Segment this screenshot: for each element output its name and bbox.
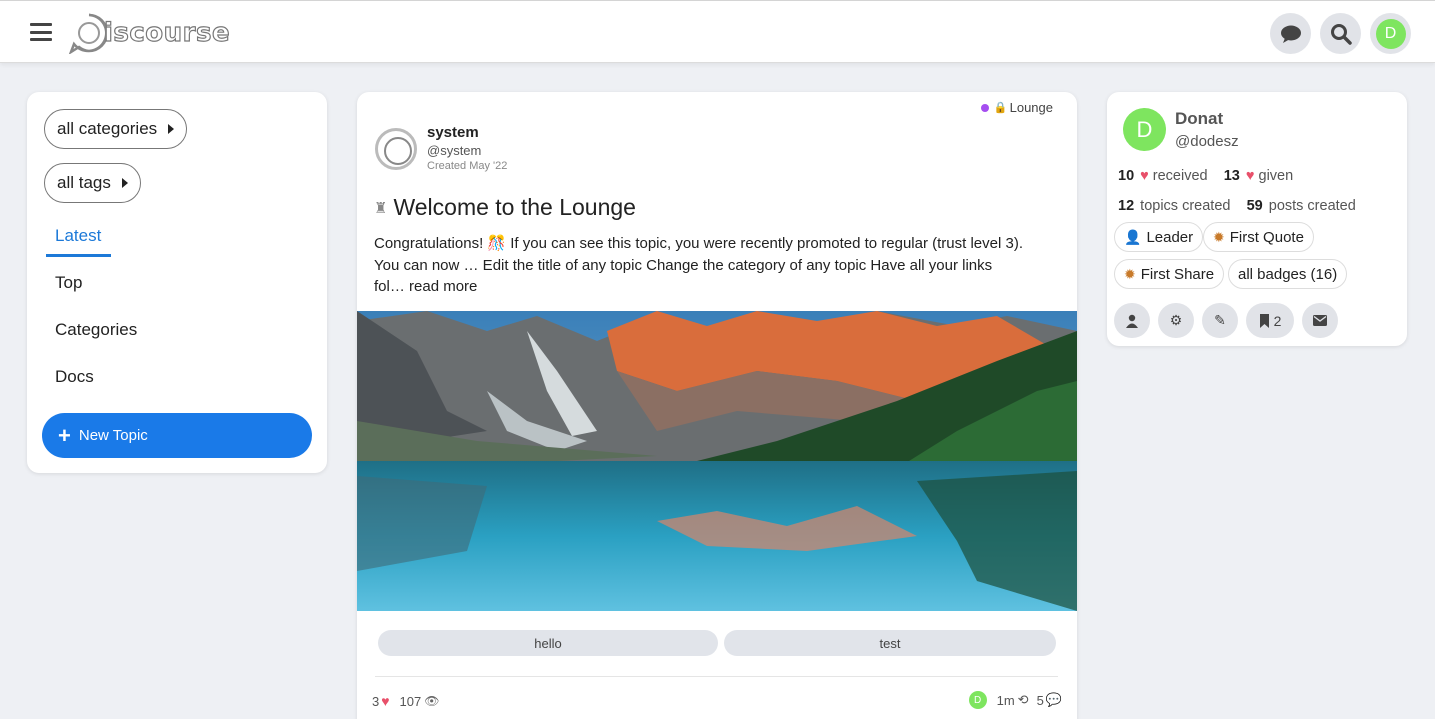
- author-handle: @system: [427, 143, 482, 158]
- author-avatar[interactable]: [375, 128, 417, 170]
- topic-title-text: Welcome to the Lounge: [393, 194, 636, 220]
- read-more-link[interactable]: read more: [409, 278, 477, 295]
- topics-created-label: topics created: [1140, 198, 1231, 214]
- new-topic-label: New Topic: [78, 427, 148, 444]
- mountain-lake-image: [357, 311, 1077, 611]
- history-icon: ⟲: [1017, 692, 1029, 707]
- pin-icon: ♜: [374, 199, 388, 217]
- user-avatar: D: [1375, 18, 1406, 49]
- menu-icon[interactable]: [30, 23, 52, 41]
- last-poster-avatar[interactable]: D: [968, 691, 987, 709]
- certificate-icon: ✹: [1213, 228, 1225, 245]
- posts-created-label: posts created: [1268, 198, 1356, 214]
- topic-image[interactable]: [357, 311, 1077, 611]
- chat-icon: [1280, 25, 1301, 43]
- all-badges-label: all badges (16): [1238, 265, 1338, 283]
- site-logo[interactable]: iscourse: [68, 13, 231, 54]
- heart-icon[interactable]: ♥: [381, 693, 389, 709]
- search-icon: [1330, 23, 1352, 45]
- envelope-icon: [1313, 315, 1327, 326]
- topic-card: 🔒 Lounge system @system Created May '22 …: [357, 92, 1077, 719]
- likes-given-label: given: [1258, 168, 1294, 184]
- comment-icon: 💬: [1045, 692, 1062, 707]
- topic-excerpt: Congratulations! 🎊 If you can see this t…: [374, 233, 1024, 298]
- footer-divider: [375, 676, 1058, 677]
- replies-count[interactable]: 5: [1037, 693, 1044, 708]
- badge-first-share[interactable]: ✹ First Share: [1114, 259, 1225, 289]
- category-badge[interactable]: 🔒 Lounge: [980, 100, 1053, 115]
- caret-right-icon: [168, 124, 175, 134]
- certificate-icon: ✹: [1124, 265, 1136, 282]
- all-categories-label: all categories: [57, 119, 158, 138]
- nav-latest[interactable]: Latest: [55, 226, 101, 246]
- drafts-button[interactable]: ✎: [1202, 303, 1238, 338]
- topic-title[interactable]: ♜ Welcome to the Lounge: [374, 194, 636, 221]
- eye-icon: 👁: [424, 694, 440, 708]
- current-user-button[interactable]: D: [1370, 13, 1411, 54]
- active-nav-indicator: [46, 254, 111, 257]
- tag-hello[interactable]: hello: [378, 630, 718, 656]
- likes-given-count: 13: [1223, 168, 1240, 184]
- user-icon: [1126, 314, 1138, 328]
- badge-first-share-label: First Share: [1140, 265, 1215, 283]
- bookmarks-button[interactable]: 2: [1246, 303, 1294, 338]
- category-color-dot: [980, 103, 989, 112]
- all-tags-label: all tags: [57, 173, 111, 192]
- all-tags-dropdown[interactable]: all tags: [44, 163, 141, 203]
- likes-received-label: received: [1152, 168, 1208, 184]
- nav-top[interactable]: Top: [55, 273, 82, 293]
- profile-button[interactable]: [1114, 303, 1150, 338]
- user-card-name[interactable]: Donat: [1175, 109, 1223, 129]
- plus-icon: +: [58, 422, 71, 448]
- likes-stats: 10 ♥ received 13 ♥ given: [1118, 168, 1293, 184]
- chat-button[interactable]: [1270, 13, 1311, 54]
- pencil-icon: ✎: [1214, 312, 1226, 328]
- user-card-handle: @dodesz: [1175, 133, 1239, 150]
- all-categories-dropdown[interactable]: all categories: [44, 109, 188, 149]
- badge-leader-label: Leader: [1146, 228, 1194, 246]
- author-name[interactable]: system: [427, 124, 479, 141]
- nav-categories[interactable]: Categories: [55, 320, 137, 340]
- messages-button[interactable]: [1302, 303, 1338, 338]
- created-date: Created May '22: [427, 160, 508, 172]
- badge-first-quote-label: First Quote: [1229, 228, 1304, 246]
- user-card-avatar[interactable]: D: [1123, 108, 1166, 151]
- posts-created-count: 59: [1246, 198, 1263, 214]
- topics-created-count: 12: [1118, 198, 1135, 214]
- likes-count: 3: [372, 693, 380, 709]
- new-topic-button[interactable]: + New Topic: [42, 413, 312, 458]
- search-button[interactable]: [1320, 13, 1361, 54]
- heart-icon: ♥: [1140, 168, 1149, 184]
- bookmarks-count: 2: [1273, 312, 1282, 329]
- badge-first-quote[interactable]: ✹ First Quote: [1203, 222, 1314, 252]
- site-header: iscourse D: [0, 0, 1435, 63]
- caret-right-icon: [121, 178, 128, 188]
- likes-received-count: 10: [1118, 168, 1135, 184]
- all-badges-link[interactable]: all badges (16): [1228, 259, 1348, 289]
- views-count: 107: [399, 693, 422, 709]
- lock-icon: 🔒: [993, 102, 1008, 114]
- topic-activity: D 1m ⟲ 5 💬: [968, 691, 1062, 709]
- user-badge-icon: 👤: [1124, 228, 1142, 245]
- sidebar-card: all categories all tags Latest Top Categ…: [27, 92, 327, 473]
- post-stats: 12 topics created 59 posts created: [1118, 198, 1356, 214]
- topic-stats: 3 ♥ 107 👁: [372, 693, 439, 709]
- badge-leader[interactable]: 👤 Leader: [1114, 222, 1204, 252]
- logo-text: iscourse: [103, 17, 231, 48]
- bookmark-icon: [1259, 313, 1269, 328]
- tag-test[interactable]: test: [724, 630, 1056, 656]
- category-name: Lounge: [1009, 100, 1053, 115]
- gear-icon: ⚙: [1169, 312, 1183, 328]
- preferences-button[interactable]: ⚙: [1158, 303, 1194, 338]
- user-card: D Donat @dodesz 10 ♥ received 13 ♥ given 1…: [1107, 92, 1407, 346]
- nav-docs[interactable]: Docs: [55, 367, 94, 387]
- heart-icon: ♥: [1245, 168, 1255, 184]
- activity-time[interactable]: 1m: [997, 693, 1015, 708]
